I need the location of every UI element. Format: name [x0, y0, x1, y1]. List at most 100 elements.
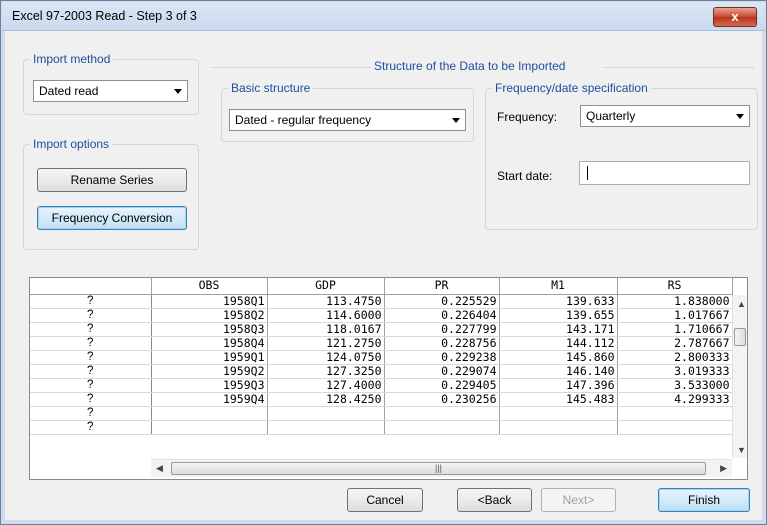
table-cell[interactable]	[499, 420, 618, 435]
table-cell[interactable]: 128.4250	[267, 392, 385, 407]
table-cell[interactable]: 1959Q4	[151, 392, 268, 407]
table-row: ? 1959Q1 124.0750 0.229238 145.860 2.800333	[30, 350, 733, 365]
table-cell[interactable]: 118.0167	[267, 322, 385, 337]
table-cell[interactable]	[617, 406, 733, 421]
row-header-cell[interactable]: ?	[30, 308, 152, 323]
table-cell[interactable]: 145.483	[499, 392, 618, 407]
table-cell[interactable]: 1958Q1	[151, 294, 268, 309]
table-cell[interactable]: 0.226404	[384, 308, 500, 323]
scroll-right-icon[interactable]: ▶	[720, 463, 727, 474]
table-cell[interactable]: 144.112	[499, 336, 618, 351]
row-header-cell[interactable]: ?	[30, 322, 152, 337]
table-cell[interactable]	[384, 406, 500, 421]
table-cell[interactable]	[617, 420, 733, 435]
table-cell[interactable]: 127.3250	[267, 364, 385, 379]
table-cell[interactable]	[151, 420, 268, 435]
frequency-conversion-button[interactable]: Frequency Conversion	[37, 206, 187, 230]
next-button[interactable]: Next>	[541, 488, 616, 512]
row-header-cell[interactable]: ?	[30, 336, 152, 351]
start-date-input[interactable]	[579, 161, 750, 185]
scroll-up-icon[interactable]: ▲	[737, 299, 746, 309]
column-header[interactable]: RS	[617, 278, 733, 295]
table-row: ? 1958Q4 121.2750 0.228756 144.112 2.787667	[30, 336, 733, 351]
import-options-legend: Import options	[30, 137, 113, 151]
table-cell[interactable]: 1.838000	[617, 294, 733, 309]
table-cell[interactable]	[151, 406, 268, 421]
row-header-cell[interactable]: ?	[30, 378, 152, 393]
table-cell[interactable]: 1.710667	[617, 322, 733, 337]
table-cell[interactable]	[267, 420, 385, 435]
table-cell[interactable]: 0.225529	[384, 294, 500, 309]
horizontal-scrollbar[interactable]: ◀ ||| ▶	[151, 459, 732, 477]
scroll-left-icon[interactable]: ◀	[156, 463, 163, 474]
row-header-cell[interactable]: ?	[30, 406, 152, 421]
table-cell[interactable]: 139.655	[499, 308, 618, 323]
cancel-button[interactable]: Cancel	[347, 488, 423, 512]
scroll-down-icon[interactable]: ▼	[737, 445, 746, 455]
table-cell[interactable]: 0.228756	[384, 336, 500, 351]
finish-button[interactable]: Finish	[658, 488, 750, 512]
table-row: ? 1959Q2 127.3250 0.229074 146.140 3.019333	[30, 364, 733, 379]
chevron-down-icon	[452, 118, 460, 123]
table-row: ?	[30, 420, 733, 435]
row-header-cell[interactable]: ?	[30, 350, 152, 365]
table-row: ? 1958Q2 114.6000 0.226404 139.655 1.017667	[30, 308, 733, 323]
table-cell[interactable]: 2.800333	[617, 350, 733, 365]
import-method-dropdown[interactable]: Dated read	[33, 80, 188, 102]
basic-structure-dropdown[interactable]: Dated - regular frequency	[229, 109, 466, 131]
table-cell[interactable]	[499, 406, 618, 421]
table-cell[interactable]: 124.0750	[267, 350, 385, 365]
data-preview-grid[interactable]: OBS GDP PR M1 RS ? 1958Q1 113.4750 0.225529…	[29, 277, 748, 480]
table-cell[interactable]: 3.019333	[617, 364, 733, 379]
vertical-scroll-thumb[interactable]	[734, 328, 746, 346]
table-cell[interactable]: 0.229238	[384, 350, 500, 365]
basic-structure-legend: Basic structure	[228, 81, 314, 95]
table-cell[interactable]: 143.171	[499, 322, 618, 337]
table-cell[interactable]: 1959Q1	[151, 350, 268, 365]
back-button[interactable]: <Back	[457, 488, 532, 512]
import-method-legend: Import method	[30, 52, 114, 66]
row-header-cell[interactable]: ?	[30, 364, 152, 379]
table-cell[interactable]: 113.4750	[267, 294, 385, 309]
table-cell[interactable]	[384, 420, 500, 435]
table-cell[interactable]: 1959Q2	[151, 364, 268, 379]
row-header-cell[interactable]: ?	[30, 420, 152, 435]
table-cell[interactable]: 127.4000	[267, 378, 385, 393]
table-cell[interactable]: 0.227799	[384, 322, 500, 337]
table-cell[interactable]: 1958Q2	[151, 308, 268, 323]
dialog-window: Excel 97-2003 Read - Step 3 of 3 x Impor…	[0, 0, 767, 525]
row-header-cell[interactable]: ?	[30, 392, 152, 407]
chevron-down-icon	[736, 114, 744, 119]
close-button[interactable]: x	[713, 7, 757, 27]
table-cell[interactable]: 121.2750	[267, 336, 385, 351]
table-cell[interactable]: 1958Q3	[151, 322, 268, 337]
table-cell[interactable]: 147.396	[499, 378, 618, 393]
basic-structure-value: Dated - regular frequency	[235, 113, 372, 127]
table-cell[interactable]	[267, 406, 385, 421]
vertical-scrollbar[interactable]: ▲ ▼	[732, 295, 747, 458]
table-cell[interactable]: 2.787667	[617, 336, 733, 351]
table-cell[interactable]: 0.229074	[384, 364, 500, 379]
column-header[interactable]: PR	[384, 278, 500, 295]
column-header[interactable]: M1	[499, 278, 618, 295]
table-cell[interactable]: 139.633	[499, 294, 618, 309]
column-header[interactable]: GDP	[267, 278, 385, 295]
table-cell[interactable]: 0.229405	[384, 378, 500, 393]
table-cell[interactable]: 146.140	[499, 364, 618, 379]
frequency-dropdown[interactable]: Quarterly	[580, 105, 750, 127]
table-cell[interactable]: 3.533000	[617, 378, 733, 393]
column-header[interactable]: OBS	[151, 278, 268, 295]
row-header-cell[interactable]: ?	[30, 294, 152, 309]
table-cell[interactable]: 1.017667	[617, 308, 733, 323]
table-cell[interactable]: 0.230256	[384, 392, 500, 407]
table-cell[interactable]: 4.299333	[617, 392, 733, 407]
frequency-value: Quarterly	[586, 109, 636, 123]
title-bar[interactable]: Excel 97-2003 Read - Step 3 of 3 x	[2, 2, 765, 31]
horizontal-scroll-thumb[interactable]: |||	[171, 462, 706, 475]
table-cell[interactable]: 1959Q3	[151, 378, 268, 393]
table-cell[interactable]: 1958Q4	[151, 336, 268, 351]
rename-series-button[interactable]: Rename Series	[37, 168, 187, 192]
import-method-group: Import method Dated read	[23, 52, 199, 115]
table-cell[interactable]: 145.860	[499, 350, 618, 365]
table-cell[interactable]: 114.6000	[267, 308, 385, 323]
